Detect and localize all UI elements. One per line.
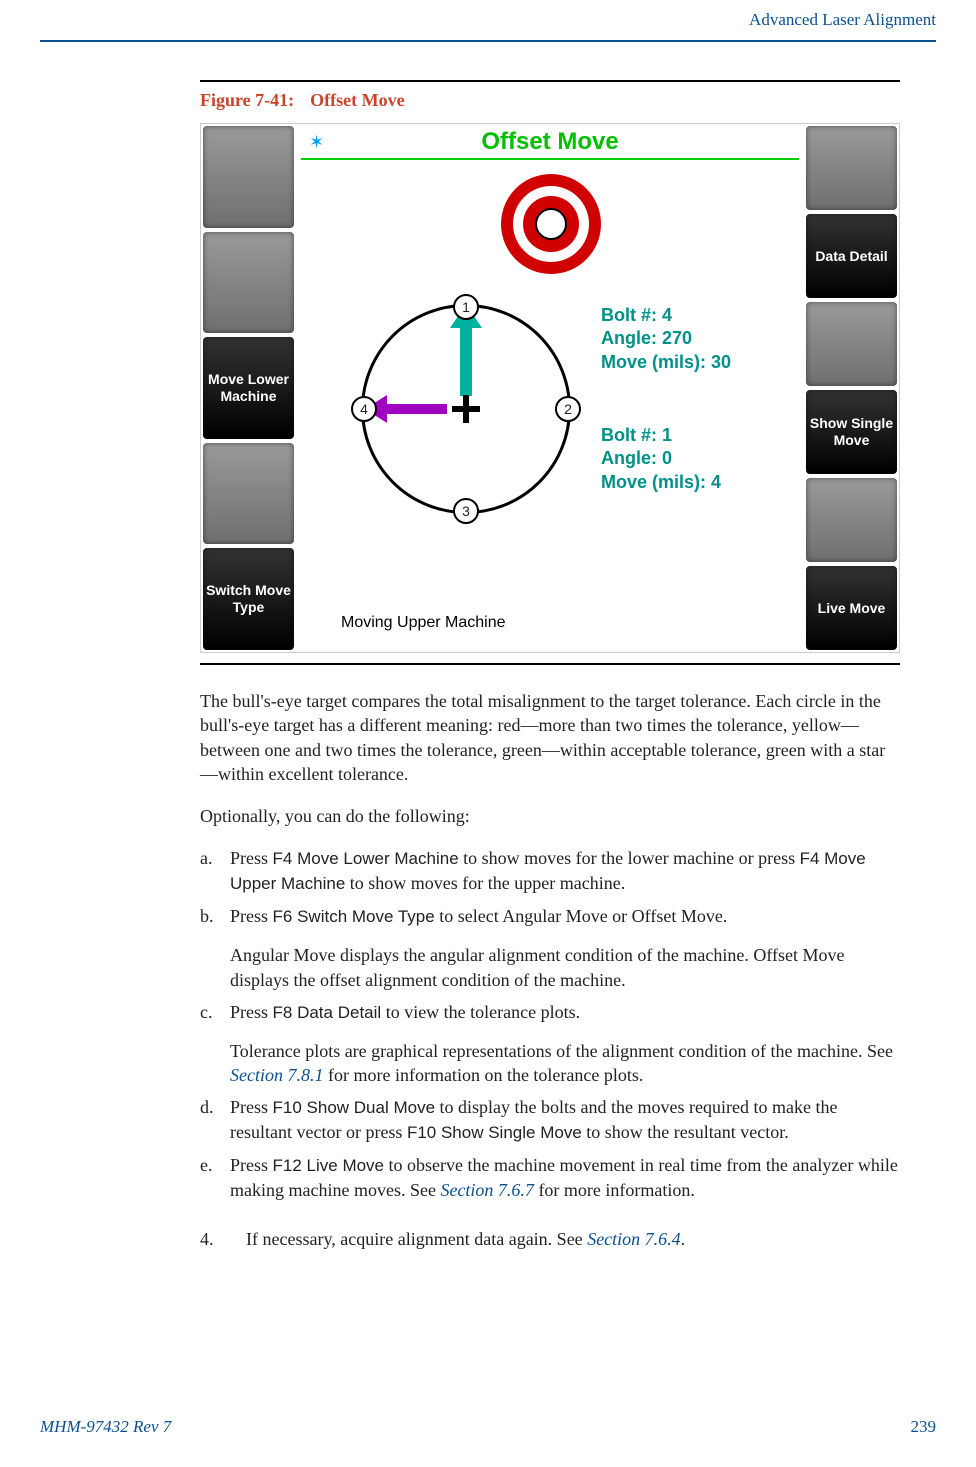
key-f12-live-move: F12 Live Move	[273, 1156, 385, 1175]
key-f4-move-lower: F4 Move Lower Machine	[273, 849, 459, 868]
sub-step-b: b. Press F6 Switch Move Type to select A…	[200, 904, 900, 992]
readout1-line2: Angle: 270	[601, 327, 731, 350]
readout1-line3: Move (mils): 30	[601, 351, 731, 374]
figure-rule-top	[200, 80, 900, 82]
softkey-right-1[interactable]	[806, 126, 897, 210]
softkey-right-5[interactable]	[806, 478, 897, 562]
arrow-left-icon	[385, 404, 447, 414]
bolt-node-2: 2	[555, 396, 581, 422]
status-line: Moving Upper Machine	[341, 614, 506, 632]
move-lower-machine-button[interactable]: Move Lower Machine	[203, 337, 294, 439]
bolt-node-1: 1	[453, 294, 479, 320]
step-number: 4.	[200, 1227, 246, 1251]
live-move-button[interactable]: Live Move	[806, 566, 897, 650]
softkey-left-4[interactable]	[203, 443, 294, 545]
move-compass: 1 2 3 4	[351, 294, 581, 524]
readout2-line3: Move (mils): 4	[601, 471, 721, 494]
bolt-node-3: 3	[453, 498, 479, 524]
readout1-line1: Bolt #: 4	[601, 304, 731, 327]
arrow-up-icon	[460, 326, 472, 396]
header-rule	[40, 40, 936, 42]
sub-step-d: d. Press F10 Show Dual Move to display t…	[200, 1095, 900, 1145]
sub-step-e: e. Press F12 Live Move to observe the ma…	[200, 1153, 900, 1202]
bullseye-target-icon	[501, 174, 601, 274]
sub-label: c.	[200, 1000, 230, 1088]
sub-label: e.	[200, 1153, 230, 1202]
show-single-move-button[interactable]: Show Single Move	[806, 390, 897, 474]
link-section-7-6-7[interactable]: Section 7.6.7	[440, 1180, 533, 1200]
key-f8-data-detail: F8 Data Detail	[273, 1003, 382, 1022]
softkey-left-1[interactable]	[203, 126, 294, 228]
header-section-title: Advanced Laser Alignment	[749, 10, 936, 30]
figure-title: Offset Move	[310, 90, 404, 110]
sub-label: b.	[200, 904, 230, 992]
data-detail-button[interactable]: Data Detail	[806, 214, 897, 298]
key-f10-show-single-move: F10 Show Single Move	[407, 1123, 582, 1142]
sub-step-a: a. Press F4 Move Lower Machine to show m…	[200, 846, 900, 896]
footer-page-number: 239	[911, 1417, 937, 1437]
readout-block-1: Bolt #: 4 Angle: 270 Move (mils): 30	[601, 304, 731, 374]
sub-step-c: c. Press F8 Data Detail to view the tole…	[200, 1000, 900, 1088]
step-4: 4. If necessary, acquire alignment data …	[200, 1227, 900, 1251]
switch-move-type-button[interactable]: Switch Move Type	[203, 548, 294, 650]
link-section-7-6-4[interactable]: Section 7.6.4	[587, 1229, 680, 1249]
key-f6-switch-move-type: F6 Switch Move Type	[273, 907, 435, 926]
sub-label: d.	[200, 1095, 230, 1145]
readout-block-2: Bolt #: 1 Angle: 0 Move (mils): 4	[601, 424, 721, 494]
figure-rule-bottom	[200, 663, 900, 665]
figure-screenshot: Move Lower Machine Switch Move Type Data…	[200, 123, 900, 653]
paragraph-bullseye: The bull's-eye target compares the total…	[200, 689, 900, 786]
softkey-left-2[interactable]	[203, 232, 294, 334]
star-icon: ✶	[309, 132, 324, 153]
figure-number: Figure 7-41:	[200, 90, 294, 110]
bolt-node-4: 4	[351, 396, 377, 422]
footer-doc-id: MHM-97432 Rev 7	[40, 1417, 171, 1437]
readout2-line2: Angle: 0	[601, 447, 721, 470]
key-f10-show-dual-move: F10 Show Dual Move	[273, 1098, 436, 1117]
screen-title: Offset Move	[301, 128, 799, 158]
sub-step-b-detail: Angular Move displays the angular alignm…	[230, 943, 900, 992]
softkey-right-3[interactable]	[806, 302, 897, 386]
link-section-7-8-1[interactable]: Section 7.8.1	[230, 1065, 323, 1085]
paragraph-optional-intro: Optionally, you can do the following:	[200, 804, 900, 828]
figure-header: Figure 7-41: Offset Move	[200, 90, 900, 111]
sub-label: a.	[200, 846, 230, 896]
readout2-line1: Bolt #: 1	[601, 424, 721, 447]
sub-step-list: a. Press F4 Move Lower Machine to show m…	[200, 846, 900, 1202]
